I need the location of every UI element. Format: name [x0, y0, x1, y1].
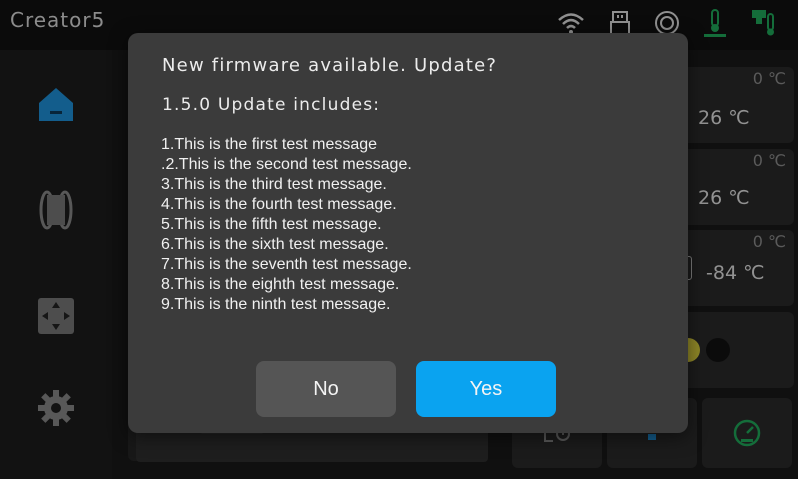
list-item: 5.This is the fifth test message. — [161, 216, 382, 233]
list-item: 3.This is the third test message. — [161, 176, 387, 193]
list-item: .2.This is the second test message. — [161, 156, 412, 173]
changelog-list: 1.This is the first test message .2.This… — [161, 135, 412, 315]
list-item: 9.This is the ninth test message. — [161, 296, 391, 313]
list-item: 6.This is the sixth test message. — [161, 236, 389, 253]
no-button[interactable]: No — [256, 361, 396, 417]
firmware-update-dialog: New firmware available. Update? 1.5.0 Up… — [128, 33, 688, 433]
dialog-subtitle: 1.5.0 Update includes: — [162, 95, 381, 115]
yes-button[interactable]: Yes — [416, 361, 556, 417]
list-item: 7.This is the seventh test message. — [161, 256, 412, 273]
list-item: 8.This is the eighth test message. — [161, 276, 400, 293]
dialog-title: New firmware available. Update? — [162, 55, 498, 76]
list-item: 1.This is the first test message — [161, 136, 378, 153]
list-item: 4.This is the fourth test message. — [161, 196, 397, 213]
